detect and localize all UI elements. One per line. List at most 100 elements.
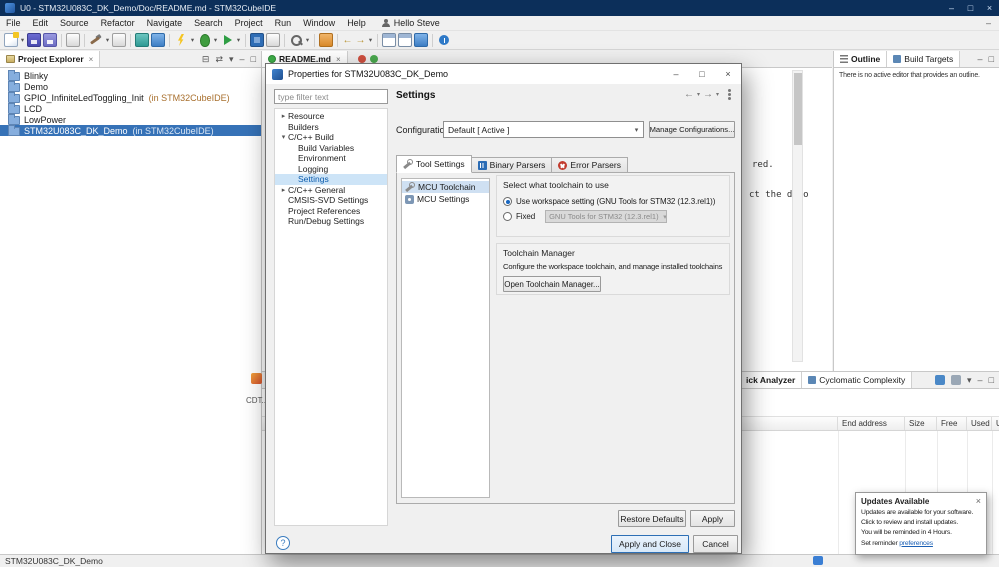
tree-item-project-references[interactable]: Project References [275, 206, 387, 217]
filter-icon[interactable] [951, 375, 961, 385]
apply-and-close-button[interactable]: Apply and Close [611, 535, 689, 553]
project-item-stm32u083c-dk-demo[interactable]: STM32U083C_DK_Demo (in STM32CubeIDE) [0, 125, 261, 136]
tab-cyclomatic-complexity[interactable]: Cyclomatic Complexity [802, 372, 912, 388]
view-menu-icon[interactable]: ▾ [967, 375, 972, 386]
menu-refactor[interactable]: Refactor [95, 18, 141, 28]
tab-static-stack-analyzer[interactable]: ick Analyzer [740, 372, 802, 388]
dialog-maximize-button[interactable]: □ [689, 64, 715, 84]
tool-item-mcu-settings[interactable]: MCU Settings [402, 193, 489, 205]
menu-overflow-icon[interactable]: – [978, 18, 999, 28]
menu-file[interactable]: File [0, 18, 27, 28]
close-view-icon[interactable]: × [89, 55, 94, 64]
radio-fixed[interactable]: Fixed GNU Tools for STM32 (12.3.rel1) ▾ [503, 209, 723, 224]
link-editor-icon[interactable]: ⇄ [215, 54, 223, 65]
dropdown-icon[interactable]: ▾ [212, 36, 219, 44]
cancel-button[interactable]: Cancel [693, 535, 738, 553]
tab-error-parsers[interactable]: Error Parsers [552, 157, 628, 173]
dropdown-icon[interactable]: ▾ [189, 36, 196, 44]
refresh-icon[interactable] [935, 375, 945, 385]
dropdown-icon[interactable]: ▾ [697, 91, 700, 98]
menu-source[interactable]: Source [54, 18, 95, 28]
minimize-view-icon[interactable]: – [240, 54, 245, 64]
console-view-icon[interactable] [251, 373, 262, 384]
configuration-select[interactable]: Default [ Active ] ▾ [443, 121, 644, 138]
tree-item-settings[interactable]: Settings [275, 174, 387, 185]
minimize-button[interactable]: – [942, 0, 961, 16]
forward-icon[interactable]: → [703, 89, 713, 100]
forward-icon[interactable]: → [354, 35, 367, 46]
minimize-view-icon[interactable]: – [978, 54, 983, 64]
project-item-lowpower[interactable]: LowPower [0, 114, 261, 125]
tab-outline[interactable]: Outline [834, 51, 887, 67]
menu-project[interactable]: Project [229, 18, 269, 28]
menu-edit[interactable]: Edit [27, 18, 55, 28]
maximize-view-icon[interactable]: □ [989, 375, 994, 385]
new-wizard-icon[interactable] [4, 33, 18, 47]
back-icon[interactable]: ← [341, 35, 354, 46]
view-menu-icon[interactable] [728, 93, 731, 96]
dropdown-icon[interactable]: ▾ [104, 36, 111, 44]
editor-scrollbar[interactable] [792, 70, 803, 362]
radio-unselected-icon[interactable] [503, 212, 512, 221]
tab-build-targets[interactable]: Build Targets [887, 51, 960, 67]
build-icon[interactable] [89, 33, 103, 47]
dropdown-icon[interactable]: ▾ [19, 36, 26, 44]
radio-selected-icon[interactable] [503, 197, 512, 206]
project-item-blinky[interactable]: Blinky [0, 70, 261, 81]
tab-tool-settings[interactable]: Tool Settings [396, 155, 472, 173]
preferences-link[interactable]: preferences [899, 540, 933, 547]
tree-item-cmsis-svd-settings[interactable]: CMSIS-SVD Settings [275, 195, 387, 206]
status-notification-icon[interactable] [813, 556, 823, 565]
filter-input[interactable] [274, 89, 388, 104]
column-size[interactable]: Size [905, 417, 937, 430]
maximize-view-icon[interactable]: □ [989, 54, 994, 64]
trim-icon[interactable] [66, 33, 80, 47]
dropdown-icon[interactable]: ▾ [716, 91, 719, 98]
column-usage[interactable]: U [992, 417, 999, 430]
annotations-icon[interactable] [319, 33, 333, 47]
close-button[interactable]: × [980, 0, 999, 16]
save-all-icon[interactable] [43, 33, 57, 47]
tree-item-logging[interactable]: Logging [275, 164, 387, 175]
dropdown-icon[interactable]: ▾ [367, 36, 374, 44]
tab-binary-parsers[interactable]: Binary Parsers [472, 157, 553, 173]
search-icon[interactable] [289, 33, 303, 47]
menu-search[interactable]: Search [188, 18, 229, 28]
chevron-right-icon[interactable]: ▸ [279, 112, 288, 120]
tree-item-resource[interactable]: ▸ Resource [275, 111, 387, 122]
run-icon[interactable] [220, 33, 234, 47]
user-account-menu[interactable]: Hello Steve [382, 18, 440, 28]
save-icon[interactable] [27, 33, 41, 47]
back-icon[interactable]: ← [684, 89, 694, 100]
column-end-address[interactable]: End address [838, 417, 905, 430]
tool-item-mcu-toolchain[interactable]: MCU Toolchain [402, 181, 489, 193]
scrollbar-thumb[interactable] [794, 73, 802, 145]
minimize-view-icon[interactable]: – [978, 375, 983, 385]
menu-navigate[interactable]: Navigate [141, 18, 189, 28]
project-item-lcd[interactable]: LCD [0, 103, 261, 114]
project-item-gpio-infiniteledtoggling-init[interactable]: GPIO_InfiniteLedToggling_Init (in STM32C… [0, 92, 261, 103]
maximize-view-icon[interactable]: □ [251, 54, 256, 64]
view-menu-icon[interactable]: ▾ [229, 54, 234, 65]
dialog-titlebar[interactable]: Properties for STM32U083C_DK_Demo – □ × [266, 64, 741, 84]
manage-configurations-button[interactable]: Manage Configurations... [649, 121, 735, 138]
tree-item-cpp-general[interactable]: ▸ C/C++ General [275, 185, 387, 196]
external-tools-icon[interactable] [266, 33, 280, 47]
chevron-down-icon[interactable]: ▾ [279, 133, 288, 141]
new-chip-icon[interactable] [151, 33, 165, 47]
tree-item-environment[interactable]: Environment [275, 153, 387, 164]
project-item-demo[interactable]: Demo [0, 81, 261, 92]
dropdown-icon[interactable]: ▾ [304, 36, 311, 44]
tree-item-cpp-build[interactable]: ▾ C/C++ Build [275, 132, 387, 143]
flash-icon[interactable] [174, 33, 188, 47]
column-free[interactable]: Free [937, 417, 967, 430]
coverage-icon[interactable] [135, 33, 149, 47]
dialog-minimize-button[interactable]: – [663, 64, 689, 84]
open-toolchain-manager-button[interactable]: Open Toolchain Manager... [503, 276, 601, 292]
cpp-perspective-icon[interactable] [398, 33, 412, 47]
apply-button[interactable]: Apply [690, 510, 735, 527]
maximize-button[interactable]: □ [961, 0, 980, 16]
column-used[interactable]: Used [967, 417, 992, 430]
debug-icon[interactable] [197, 33, 211, 47]
menu-run[interactable]: Run [269, 18, 298, 28]
